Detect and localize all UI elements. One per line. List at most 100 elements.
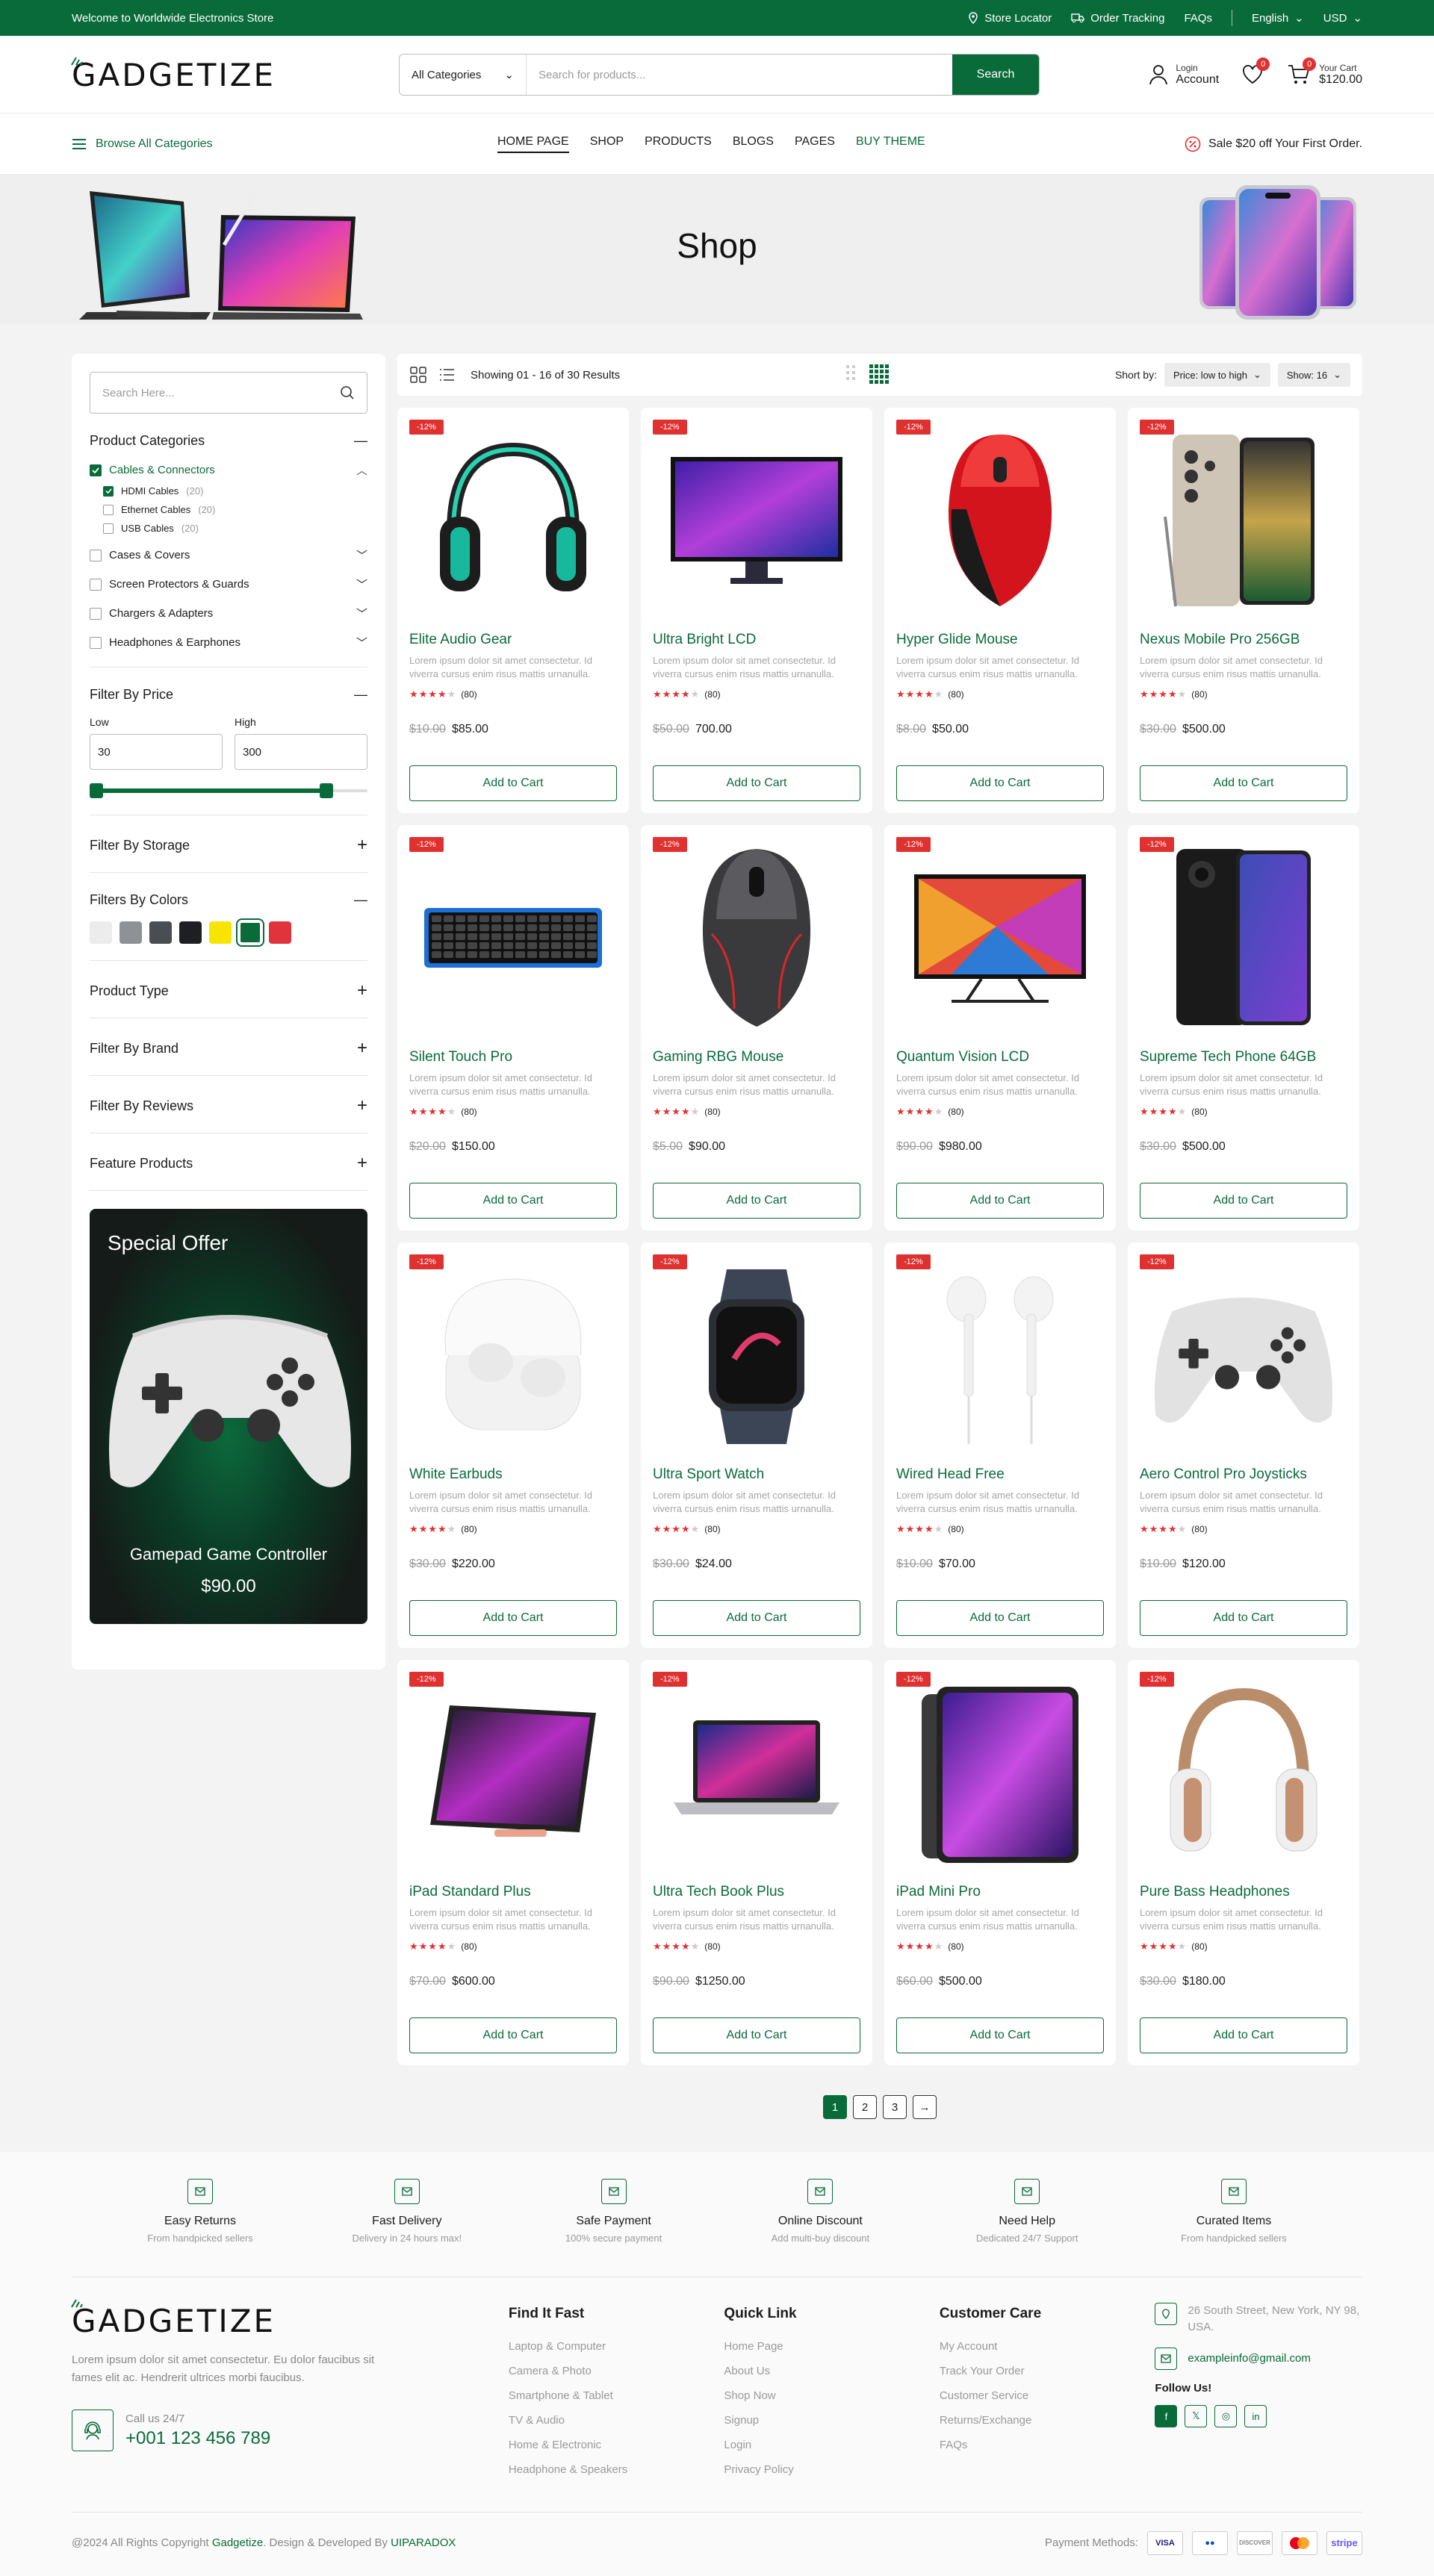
- add-to-cart-button[interactable]: Add to Cart: [896, 1183, 1104, 1219]
- storage-filter-section[interactable]: Filter By Storage +: [90, 815, 367, 873]
- currency-select[interactable]: USD ⌄: [1323, 11, 1362, 25]
- x-twitter-icon[interactable]: 𝕏: [1185, 2405, 1208, 2427]
- chevron-down-icon[interactable]: ﹀: [356, 635, 367, 650]
- product-name[interactable]: Wired Head Free: [896, 1466, 1104, 1483]
- color-filter-header[interactable]: Filters By Colors —: [90, 892, 367, 908]
- category-item[interactable]: Cables & Connectors ︿: [90, 462, 367, 478]
- checkbox[interactable]: [90, 607, 102, 620]
- price-filter-header[interactable]: Filter By Price —: [90, 687, 367, 703]
- add-to-cart-button[interactable]: Add to Cart: [1140, 1183, 1347, 1219]
- product-image[interactable]: [653, 1254, 860, 1456]
- product-card[interactable]: -12% iPad Standard Plus Lorem ipsum dolor …: [397, 1660, 629, 2065]
- product-image[interactable]: [1140, 1672, 1347, 1873]
- color-swatch[interactable]: [120, 921, 142, 944]
- add-to-cart-button[interactable]: Add to Cart: [1140, 765, 1347, 801]
- product-card[interactable]: -12% Silent Touch Pro Lorem ipsum dolor si…: [397, 825, 629, 1231]
- product-image[interactable]: [409, 837, 617, 1039]
- checkbox[interactable]: [90, 549, 102, 561]
- checkbox[interactable]: [103, 504, 114, 515]
- expand-plus-icon[interactable]: +: [357, 835, 367, 856]
- product-type-section[interactable]: Product Type +: [90, 961, 367, 1018]
- nav-pages[interactable]: PAGES: [795, 135, 835, 153]
- checkbox-checked[interactable]: [103, 485, 114, 497]
- footer-link[interactable]: My Account: [940, 2340, 1155, 2353]
- search-input[interactable]: Search for products...: [527, 55, 952, 95]
- product-card[interactable]: -12% iPad Mini Pro Lorem ipsum dolor sit a…: [884, 1660, 1116, 2065]
- color-swatch[interactable]: [236, 918, 264, 947]
- reviews-filter-section[interactable]: Filter By Reviews +: [90, 1076, 367, 1133]
- product-card[interactable]: -12% Pure Bass Headphones Lorem ipsum dolo…: [1128, 1660, 1359, 2065]
- add-to-cart-button[interactable]: Add to Cart: [409, 1600, 617, 1636]
- add-to-cart-button[interactable]: Add to Cart: [653, 1183, 860, 1219]
- language-select[interactable]: English ⌄: [1252, 11, 1304, 25]
- sidebar-search-input[interactable]: Search Here...: [90, 372, 367, 414]
- product-image[interactable]: [896, 837, 1104, 1039]
- sort-select[interactable]: Price: low to high ⌄: [1164, 363, 1270, 387]
- product-name[interactable]: Ultra Tech Book Plus: [653, 1884, 860, 1900]
- footer-logo[interactable]: GADGETIZE: [71, 2299, 399, 2339]
- search-icon[interactable]: [340, 385, 355, 400]
- footer-link[interactable]: Camera & Photo: [509, 2365, 724, 2377]
- nav-home[interactable]: HOME PAGE: [497, 135, 569, 153]
- product-name[interactable]: Supreme Tech Phone 64GB: [1140, 1049, 1347, 1065]
- faqs-link[interactable]: FAQs: [1184, 12, 1212, 25]
- checkbox[interactable]: [103, 523, 114, 534]
- grid-3-icon[interactable]: [845, 364, 858, 385]
- footer-link[interactable]: TV & Audio: [509, 2414, 724, 2427]
- store-locator-link[interactable]: Store Locator: [968, 12, 1052, 25]
- product-card[interactable]: -12% Supreme Tech Phone 64GB Lorem ipsum d…: [1128, 825, 1359, 1231]
- product-name[interactable]: Pure Bass Headphones: [1140, 1884, 1347, 1900]
- linkedin-icon[interactable]: in: [1244, 2405, 1267, 2427]
- search-button[interactable]: Search: [952, 55, 1039, 95]
- order-tracking-link[interactable]: Order Tracking: [1071, 12, 1164, 25]
- product-card[interactable]: -12% Ultra Tech Book Plus Lorem ipsum dolo…: [641, 1660, 872, 2065]
- add-to-cart-button[interactable]: Add to Cart: [896, 1600, 1104, 1636]
- add-to-cart-button[interactable]: Add to Cart: [1140, 1600, 1347, 1636]
- product-card[interactable]: -12% Quantum Vision LCD Lorem ipsum dolor …: [884, 825, 1116, 1231]
- chevron-down-icon[interactable]: ﹀: [356, 606, 367, 621]
- logo[interactable]: GADGETIZE: [71, 57, 399, 93]
- chevron-down-icon[interactable]: ﹀: [356, 547, 367, 563]
- grid-4-icon[interactable]: [869, 364, 891, 386]
- add-to-cart-button[interactable]: Add to Cart: [653, 1600, 860, 1636]
- grid-view-icon[interactable]: [409, 366, 427, 384]
- product-card[interactable]: -12% Ultra Sport Watch Lorem ipsum dolor s…: [641, 1242, 872, 1648]
- chevron-up-icon[interactable]: ︿: [356, 462, 367, 478]
- next-page-button[interactable]: →: [913, 2095, 937, 2119]
- price-range-slider[interactable]: [90, 783, 367, 798]
- email[interactable]: exampleinfo@gmail.com: [1155, 2348, 1362, 2370]
- color-swatch[interactable]: [269, 921, 291, 944]
- product-image[interactable]: [653, 1672, 860, 1873]
- nav-buy-theme[interactable]: BUY THEME: [856, 135, 925, 153]
- add-to-cart-button[interactable]: Add to Cart: [409, 1183, 617, 1219]
- product-image[interactable]: [409, 1254, 617, 1456]
- product-name[interactable]: Nexus Mobile Pro 256GB: [1140, 632, 1347, 648]
- page-button[interactable]: 3: [883, 2095, 907, 2119]
- product-name[interactable]: Silent Touch Pro: [409, 1049, 617, 1065]
- price-low-input[interactable]: 30: [90, 734, 223, 770]
- subcategory-item[interactable]: USB Cables (20): [103, 523, 367, 534]
- add-to-cart-button[interactable]: Add to Cart: [653, 765, 860, 801]
- product-name[interactable]: Ultra Bright LCD: [653, 632, 860, 648]
- list-view-icon[interactable]: [438, 366, 456, 384]
- product-image[interactable]: [1140, 1254, 1347, 1456]
- category-item[interactable]: Cases & Covers ﹀: [90, 547, 367, 563]
- footer-link[interactable]: Home Page: [724, 2340, 940, 2353]
- footer-link[interactable]: Smartphone & Tablet: [509, 2389, 724, 2402]
- product-name[interactable]: iPad Mini Pro: [896, 1884, 1104, 1900]
- product-image[interactable]: [896, 420, 1104, 621]
- subcategory-item[interactable]: Ethernet Cables (20): [103, 504, 367, 515]
- brand-filter-section[interactable]: Filter By Brand +: [90, 1018, 367, 1076]
- add-to-cart-button[interactable]: Add to Cart: [896, 765, 1104, 801]
- checkbox-checked[interactable]: [90, 464, 102, 476]
- product-card[interactable]: -12% Wired Head Free Lorem ipsum dolor sit…: [884, 1242, 1116, 1648]
- product-image[interactable]: [409, 1672, 617, 1873]
- product-name[interactable]: iPad Standard Plus: [409, 1884, 617, 1900]
- footer-link[interactable]: Returns/Exchange: [940, 2414, 1155, 2427]
- collapse-minus-icon[interactable]: —: [354, 892, 367, 908]
- product-card[interactable]: -12% Elite Audio Gear Lorem ipsum dolor si…: [397, 408, 629, 813]
- color-swatch[interactable]: [209, 921, 232, 944]
- expand-plus-icon[interactable]: +: [357, 980, 367, 1001]
- cart-button[interactable]: 0 Your Cart $120.00: [1286, 57, 1362, 87]
- checkbox[interactable]: [90, 636, 102, 649]
